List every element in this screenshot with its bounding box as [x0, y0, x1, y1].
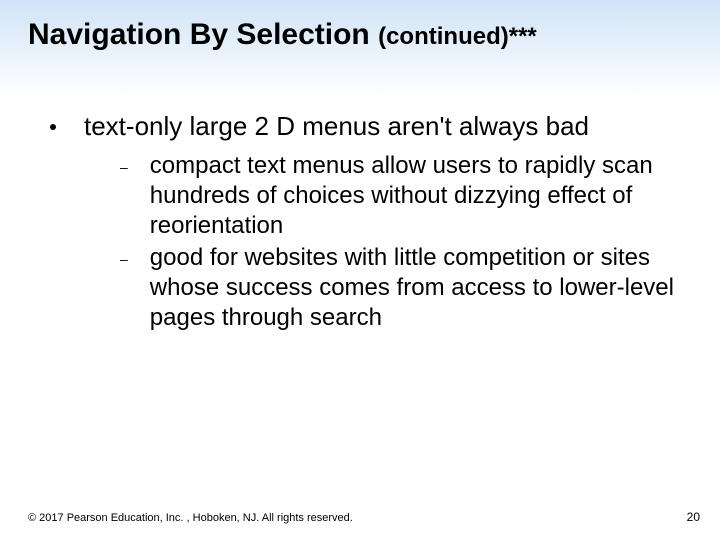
sub-bullet-item: – good for websites with little competit…	[120, 243, 680, 333]
page-number: 20	[687, 510, 700, 524]
sub-bullet-text: good for websites with little competitio…	[150, 243, 680, 333]
dash-icon: –	[120, 251, 128, 267]
bullet-text: text-only large 2 D menus aren't always …	[84, 110, 589, 143]
title-main: Navigation By Selection	[28, 18, 378, 51]
slide-title: Navigation By Selection (continued)***	[28, 18, 692, 52]
slide: Navigation By Selection (continued)*** t…	[0, 0, 720, 540]
copyright-footer: © 2017 Pearson Education, Inc. , Hoboken…	[28, 512, 353, 524]
sub-bullet-list: – compact text menus allow users to rapi…	[120, 151, 680, 333]
bullet-icon	[50, 124, 56, 130]
slide-body: text-only large 2 D menus aren't always …	[50, 110, 680, 335]
sub-bullet-text: compact text menus allow users to rapidl…	[150, 151, 680, 241]
sub-bullet-item: – compact text menus allow users to rapi…	[120, 151, 680, 241]
dash-icon: –	[120, 159, 128, 175]
title-suffix: (continued)***	[378, 23, 537, 50]
bullet-item: text-only large 2 D menus aren't always …	[50, 110, 680, 143]
